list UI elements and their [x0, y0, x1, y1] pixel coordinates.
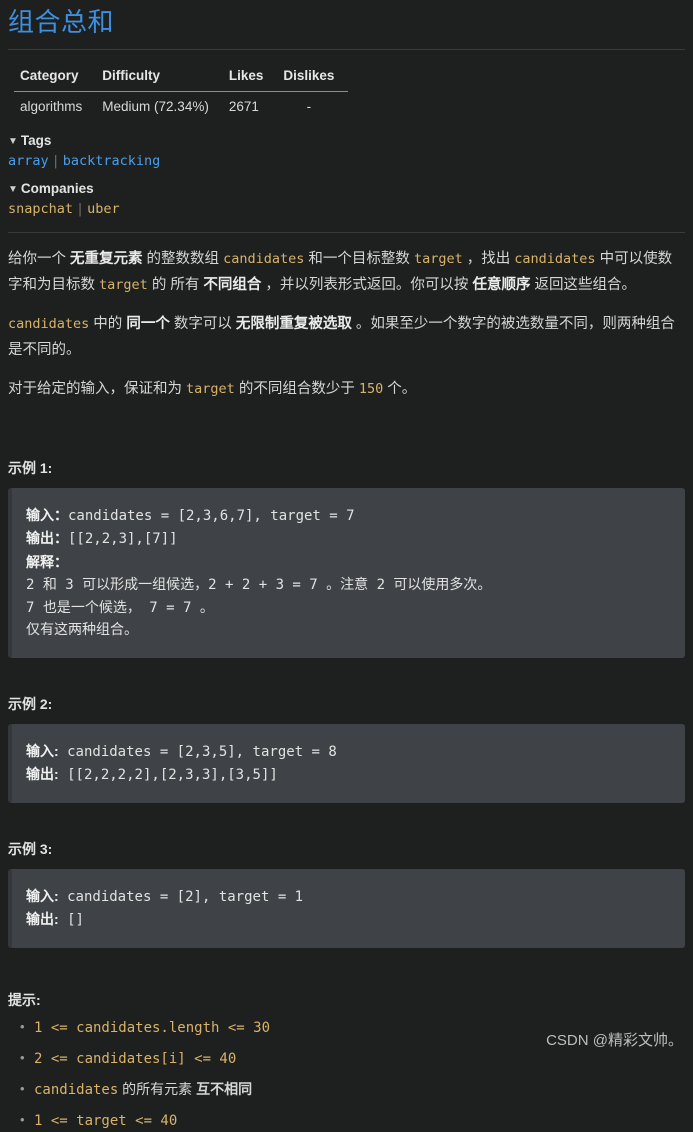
description-paragraph-3: 对于给定的输入，保证和为 target 的不同组合数少于 150 个。 [8, 376, 685, 402]
example-line-label: 解释： [26, 553, 68, 570]
example-2-heading: 示例 2: [8, 695, 53, 712]
list-item: candidates 的所有元素 互不相同 [20, 1078, 685, 1101]
cell-category: algorithms [20, 98, 83, 114]
description-paragraph-2: candidates 中的 同一个 数字可以 无限制重复被选取 。如果至少一个数… [8, 311, 685, 363]
column-header-likes: Likes [222, 63, 278, 92]
text-run: 返回这些组合。 [530, 276, 636, 293]
title-divider [8, 48, 685, 50]
inline-code: target [99, 276, 148, 293]
text-run: 的所有元素 [118, 1080, 197, 1097]
example-line-value: 仅有这两种组合。 [26, 622, 138, 638]
page-title: 组合总和 [8, 7, 115, 37]
inline-code: 1 <= candidates.length <= 30 [34, 1019, 271, 1036]
text-run: 中的 [89, 315, 127, 332]
chevron-down-icon: ▼ [8, 183, 18, 195]
text-run: 给你一个 [8, 250, 71, 267]
text-emphasis: 同一个 [126, 315, 170, 332]
text-run: 和一个目标整数 [304, 250, 414, 267]
inline-code: 1 <= target <= 40 [34, 1112, 178, 1129]
text-run: ，并以列表形式返回。你可以按 [261, 276, 473, 293]
example-1-heading: 示例 1: [8, 459, 53, 476]
example-line-value: 2 和 3 可以形成一组候选，2 + 2 + 3 = 7 。注意 2 可以使用多… [26, 577, 492, 593]
column-header-category: Category [14, 63, 97, 92]
cell-dislikes: - [306, 98, 312, 114]
text-emphasis: 互不相同 [196, 1080, 253, 1097]
companies-label: Companies [20, 180, 94, 196]
text-run: 的不同组合数少于 [234, 380, 359, 397]
text-run: 的整数数组 [142, 250, 224, 267]
column-header-difficulty: Difficulty [96, 63, 223, 92]
example-line-label: 输入: [26, 742, 59, 759]
csdn-watermark: CSDN @精彩文帅。 [546, 1032, 683, 1049]
company-link-uber[interactable]: uber [87, 201, 120, 217]
example-line-value: [[2,2,2,2],[2,3,3],[3,5]] [58, 767, 278, 783]
example-line-value: 7 也是一个候选， 7 = 7 。 [26, 599, 214, 616]
example-line-label: 输入: [26, 887, 59, 904]
column-header-dislikes: Dislikes [277, 63, 349, 92]
example-3-codeblock: 输入: candidates = [2], target = 1 输出: [] [8, 868, 685, 948]
example-3-heading: 示例 3: [8, 840, 53, 857]
inline-code: candidates [223, 250, 305, 267]
cell-likes: 2671 [228, 98, 259, 114]
text-run: 的 所有 [147, 276, 204, 293]
text-run: 个。 [383, 380, 417, 397]
tag-link-array[interactable]: array [8, 153, 49, 169]
tag-separator: | [51, 152, 60, 169]
content-divider [8, 231, 685, 233]
inline-code: target [413, 250, 463, 267]
example-line-value: candidates = [2,3,6,7], target = 7 [68, 507, 355, 524]
text-emphasis: 任意顺序 [472, 276, 531, 293]
example-line-value: [[2,2,3],[7]] [68, 531, 178, 547]
example-line-label: 输出: [26, 911, 59, 927]
text-run: ，找出 [462, 250, 515, 267]
text-emphasis: 无重复元素 [70, 250, 143, 267]
problem-meta-table: Category Difficulty Likes Dislikes algor… [14, 63, 349, 121]
companies-section-header[interactable]: ▼ Companies [8, 181, 685, 196]
text-emphasis: 不同组合 [203, 276, 262, 293]
inline-code: candidates [8, 315, 90, 332]
companies-list: snapchat | uber [8, 201, 685, 217]
text-emphasis: 无限制重复被选取 [235, 315, 352, 332]
inline-code: candidates [34, 1081, 119, 1098]
tag-link-backtracking[interactable]: backtracking [63, 153, 161, 169]
list-item: 1 <= target <= 40 [20, 1109, 685, 1132]
example-line-value: candidates = [2,3,5], target = 8 [58, 743, 337, 760]
inline-code: 150 [358, 380, 384, 397]
example-line-value: candidates = [2], target = 1 [58, 888, 304, 905]
tags-list: array | backtracking [8, 153, 685, 169]
company-separator: | [76, 200, 85, 217]
text-run: 对于给定的输入，保证和为 [8, 380, 187, 397]
description-paragraph-1: 给你一个 无重复元素 的整数数组 candidates 和一个目标整数 targ… [8, 246, 685, 298]
example-line-label: 输出: [26, 766, 59, 782]
example-line-value: [] [58, 912, 84, 928]
hints-heading: 提示: [8, 991, 41, 1008]
company-link-snapchat[interactable]: snapchat [8, 201, 73, 217]
inline-code: candidates [514, 250, 596, 267]
inline-code: 2 <= candidates[i] <= 40 [34, 1050, 237, 1067]
table-header-row: Category Difficulty Likes Dislikes [14, 63, 349, 92]
chevron-down-icon: ▼ [8, 135, 18, 147]
table-row: algorithms Medium (72.34%) 2671 - [14, 91, 348, 121]
problem-page: 组合总和 Category Difficulty Likes Dislikes … [0, 6, 693, 1132]
cell-difficulty: Medium (72.34%) [102, 98, 209, 114]
inline-code: target [186, 380, 235, 397]
tags-section-header[interactable]: ▼ Tags [8, 133, 685, 148]
example-line-label: 输入： [26, 506, 68, 523]
example-1-codeblock: 输入：candidates = [2,3,6,7], target = 7 输出… [8, 487, 685, 658]
example-2-codeblock: 输入: candidates = [2,3,5], target = 8 输出:… [8, 723, 685, 803]
tags-label: Tags [20, 132, 52, 148]
example-line-label: 输出： [26, 530, 68, 546]
text-run: 数字可以 [169, 315, 236, 332]
